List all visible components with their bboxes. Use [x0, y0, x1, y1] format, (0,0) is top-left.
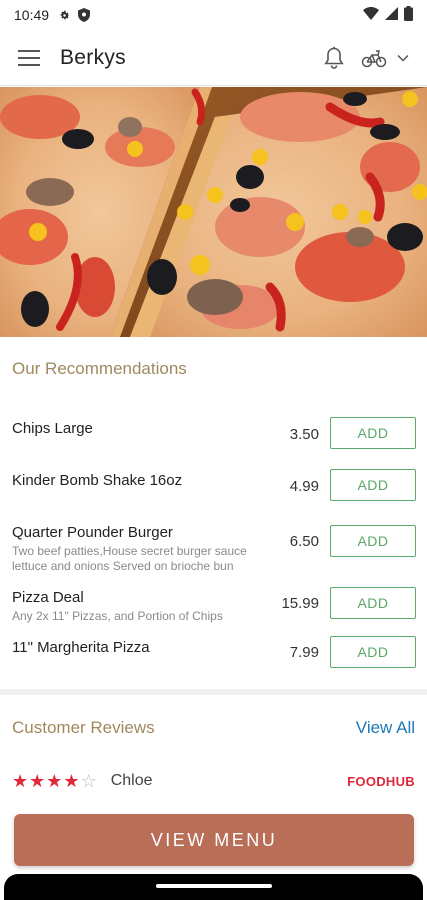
item-price: 15.99 — [281, 595, 319, 612]
list-item: 11" Margherita Pizza 7.99 ADD — [0, 632, 427, 672]
gear-icon — [57, 8, 71, 22]
status-time: 10:49 — [14, 7, 50, 23]
list-item: Chips Large 3.50 ADD — [0, 412, 427, 460]
item-price: 3.50 — [289, 426, 319, 443]
list-item: Pizza Deal Any 2x 11" Pizzas, and Portio… — [0, 584, 427, 628]
signal-icon — [385, 7, 398, 23]
pizza-photo — [0, 87, 427, 337]
item-price: 4.99 — [289, 478, 319, 495]
review-item: ★ ★ ★ ★ ☆ Chloe FOODHUB — [12, 769, 415, 793]
order-type-selector[interactable] — [361, 48, 409, 68]
shield-icon — [77, 8, 91, 22]
wifi-icon — [363, 7, 379, 23]
star-rating: ★ ★ ★ ★ ☆ — [12, 772, 97, 790]
bicycle-icon — [361, 48, 387, 68]
app-bar: Berkys — [0, 30, 427, 86]
item-price: 6.50 — [289, 533, 319, 550]
status-bar: 10:49 — [0, 0, 427, 30]
hamburger-icon[interactable] — [18, 49, 40, 67]
reviewer-name: Chloe — [110, 772, 153, 789]
add-button[interactable]: ADD — [330, 525, 416, 557]
list-item: Kinder Bomb Shake 16oz 4.99 ADD — [0, 464, 427, 512]
view-all-link[interactable]: View All — [356, 718, 415, 738]
star-filled-icon: ★ — [63, 771, 80, 791]
app-bar-actions — [323, 46, 409, 70]
item-description: Two beef patties,House secret burger sau… — [12, 544, 247, 573]
foodhub-logo: FOODHUB — [347, 773, 415, 789]
item-name: Quarter Pounder Burger — [12, 524, 173, 541]
star-empty-icon: ☆ — [80, 771, 97, 791]
home-handle[interactable] — [156, 884, 272, 888]
star-filled-icon: ★ — [29, 771, 46, 791]
star-filled-icon: ★ — [46, 771, 63, 791]
add-button[interactable]: ADD — [330, 417, 416, 449]
item-price: 7.99 — [289, 644, 319, 661]
status-right — [363, 6, 413, 24]
recommendations-title: Our Recommendations — [12, 359, 187, 378]
item-name: Kinder Bomb Shake 16oz — [12, 472, 183, 489]
view-menu-button[interactable]: VIEW MENU — [14, 814, 414, 866]
star-filled-icon: ★ — [12, 771, 29, 791]
list-item: Quarter Pounder Burger Two beef patties,… — [0, 516, 427, 580]
item-name: Chips Large — [12, 420, 93, 437]
section-divider — [0, 689, 427, 695]
add-button[interactable]: ADD — [330, 469, 416, 501]
item-name: Pizza Deal — [12, 589, 84, 606]
add-button[interactable]: ADD — [330, 636, 416, 668]
battery-icon — [404, 6, 413, 24]
bell-icon[interactable] — [323, 46, 345, 70]
hero-image — [0, 87, 427, 337]
restaurant-title: Berkys — [60, 45, 126, 69]
system-nav-bar — [0, 872, 427, 900]
item-description: Any 2x 11" Pizzas, and Portion of Chips — [12, 609, 223, 623]
add-button[interactable]: ADD — [330, 587, 416, 619]
chevron-down-icon — [397, 54, 409, 62]
reviews-title: Customer Reviews — [12, 718, 155, 737]
item-name: 11" Margherita Pizza — [12, 639, 150, 656]
